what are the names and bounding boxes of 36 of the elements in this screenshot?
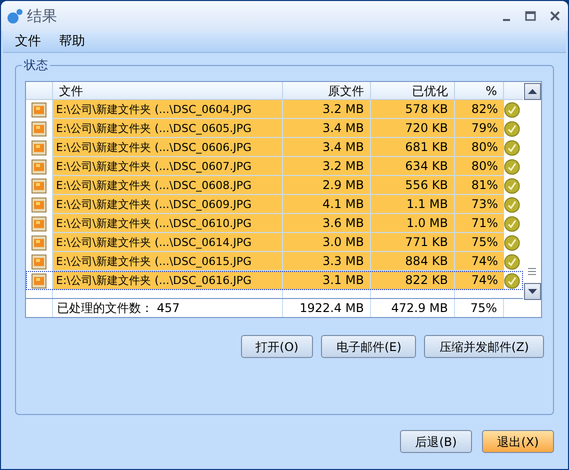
table-row[interactable]: E:\公司\新建文件夹 (...\DSC_0616.JPG 3.1 MB 822 KB 74%: [26, 271, 523, 290]
table-cell: E:\公司\新建文件夹 (...\DSC_0616.JPG: [53, 271, 283, 290]
action-button[interactable]: 电子邮件(E): [321, 335, 416, 358]
menu-item[interactable]: 帮助: [59, 32, 85, 52]
table-row[interactable]: E:\公司\新建文件夹 (...\DSC_0614.JPG 3.0 MB 771 KB 75%: [26, 233, 523, 252]
table-cell: 3.1 MB: [283, 271, 371, 290]
table-cell-text: 80%: [470, 158, 499, 175]
footer-button[interactable]: 后退(B): [400, 430, 472, 453]
table-row[interactable]: E:\公司\新建文件夹 (...\DSC_0605.JPG 3.4 MB 720 KB 79%: [26, 119, 523, 138]
action-button[interactable]: 压缩并发邮件(Z): [424, 335, 544, 358]
total-cell: 472.9 MB: [371, 299, 455, 317]
table-cell-text: 73%: [470, 196, 499, 213]
action-button[interactable]: 打开(O): [240, 335, 314, 358]
table-cell-text: 74%: [470, 253, 499, 270]
table-cell-text: 82%: [470, 101, 499, 118]
table-cell: 822 KB: [371, 271, 455, 290]
table-row[interactable]: E:\公司\新建文件夹 (...\DSC_0615.JPG 3.3 MB 884 KB 74%: [26, 252, 523, 271]
table-row[interactable]: E:\公司\新建文件夹 (...\DSC_0608.JPG 2.9 MB 556 KB 81%: [26, 176, 523, 195]
table-cell-text: 71%: [470, 215, 499, 232]
total-cell: 1922.4 MB: [283, 299, 371, 317]
table-cell-text: 75%: [470, 234, 499, 251]
table-cell-text: 81%: [470, 177, 499, 194]
table-row[interactable]: E:\公司\新建文件夹 (...\DSC_0604.JPG 3.2 MB 578 KB 82%: [26, 100, 523, 119]
total-cell: 75%: [455, 299, 504, 317]
menu-item[interactable]: 文件: [15, 32, 41, 52]
window-title: 结果: [27, 6, 57, 27]
table-cell-text: 80%: [470, 139, 499, 156]
table-cell-text: 79%: [470, 120, 499, 137]
table-row[interactable]: E:\公司\新建文件夹 (...\DSC_0607.JPG 3.2 MB 634 KB 80%: [26, 157, 523, 176]
table-row[interactable]: E:\公司\新建文件夹 (...\DSC_0606.JPG 3.4 MB 681 KB 80%: [26, 138, 523, 157]
total-cell: 已处理的文件数： 457: [53, 299, 283, 317]
footer-button[interactable]: 退出(X): [482, 430, 554, 453]
group-title: 状态: [22, 57, 50, 73]
table-row[interactable]: E:\公司\新建文件夹 (...\DSC_0610.JPG 3.6 MB 1.0 MB 71%: [26, 214, 523, 233]
table-cell-text: 74%: [470, 272, 499, 289]
table-row[interactable]: E:\公司\新建文件夹 (...\DSC_0609.JPG 4.1 MB 1.1 MB 73%: [26, 195, 523, 214]
